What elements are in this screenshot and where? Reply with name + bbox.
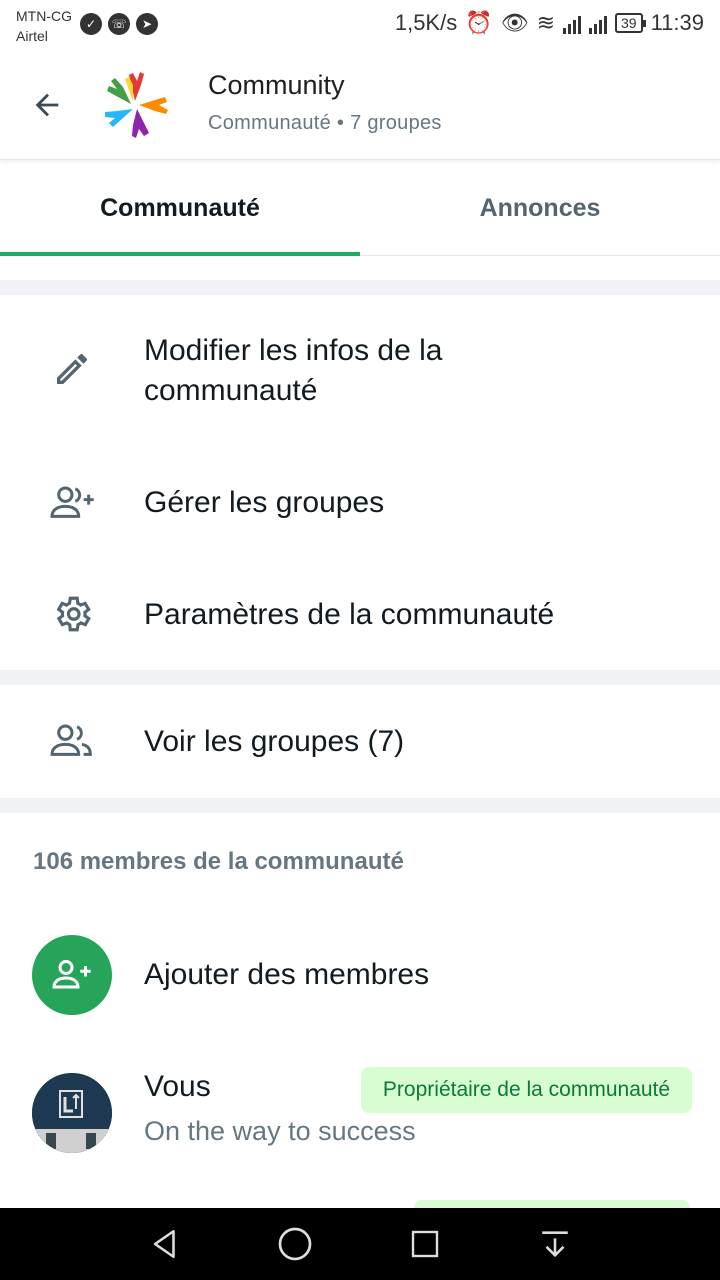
- carrier-info: MTN-CG Airtel: [16, 6, 72, 46]
- add-group-icon: [46, 477, 98, 529]
- divider: [0, 670, 720, 685]
- divider: [0, 280, 720, 295]
- nav-home-icon[interactable]: [271, 1220, 319, 1268]
- battery-icon: 39: [615, 13, 646, 33]
- settings-label: Paramètres de la communauté: [144, 598, 555, 631]
- system-nav-bar: [0, 1208, 720, 1280]
- add-members-button[interactable]: [32, 935, 112, 1015]
- edit-info-row[interactable]: Modifier les infos de la communauté: [0, 295, 720, 445]
- community-subtitle: Communauté • 7 groupes: [208, 112, 442, 134]
- you-name[interactable]: Vous: [144, 1070, 211, 1104]
- notification-icons: ✓ ☏ ➤: [80, 13, 158, 35]
- view-groups-row[interactable]: Voir les groupes (7): [0, 685, 720, 798]
- back-arrow-icon[interactable]: [22, 80, 72, 130]
- pencil-icon: [46, 343, 98, 395]
- app-bar: Community Communauté • 7 groupes: [0, 50, 720, 160]
- community-logo[interactable]: [98, 68, 172, 142]
- nav-back-icon[interactable]: [141, 1220, 189, 1268]
- edit-info-label: Modifier les infos de la communauté: [144, 334, 443, 407]
- nav-recents-icon[interactable]: [401, 1220, 449, 1268]
- status-bar: MTN-CG Airtel ✓ ☏ ➤ 1,5K/s ⏰ 👁 ≋ 39 11:3…: [0, 0, 720, 50]
- eye-icon: 👁: [500, 10, 529, 35]
- tab-annonces[interactable]: Annonces: [360, 161, 720, 255]
- carrier-2: Airtel: [16, 28, 48, 44]
- tab-communaute[interactable]: Communauté: [0, 161, 360, 256]
- add-members-label[interactable]: Ajouter des membres: [144, 955, 429, 995]
- members-count: 106 membres de la communauté: [33, 848, 404, 875]
- community-title[interactable]: Community: [208, 70, 345, 101]
- nav-notifications-icon[interactable]: [531, 1220, 579, 1268]
- check-icon: ✓: [80, 13, 102, 35]
- carrier-1: MTN-CG: [16, 8, 72, 24]
- clock: 11:39: [650, 10, 704, 35]
- wifi-icon: ≋: [536, 10, 555, 35]
- avatar[interactable]: [32, 1073, 112, 1153]
- manage-groups-row[interactable]: Gérer les groupes: [0, 445, 720, 560]
- signal-icon-2: [589, 12, 607, 34]
- alarm-icon: ⏰: [465, 10, 493, 35]
- telegram-icon: ➤: [136, 13, 158, 35]
- view-groups-label: Voir les groupes (7): [144, 725, 405, 758]
- status-right: 1,5K/s ⏰ 👁 ≋ 39 11:39: [395, 10, 704, 36]
- settings-row[interactable]: Paramètres de la communauté: [0, 560, 720, 670]
- manage-groups-label: Gérer les groupes: [144, 486, 385, 519]
- owner-badge: Propriétaire de la communauté: [361, 1067, 692, 1113]
- network-speed: 1,5K/s: [394, 10, 458, 35]
- you-status: On the way to success: [144, 1116, 416, 1146]
- divider: [0, 798, 720, 813]
- tab-bar: Communauté Annonces: [0, 161, 720, 256]
- gear-icon: [46, 588, 98, 640]
- whatsapp-icon: ☏: [108, 13, 130, 35]
- groups-icon: [46, 715, 98, 767]
- signal-icon: [563, 12, 581, 34]
